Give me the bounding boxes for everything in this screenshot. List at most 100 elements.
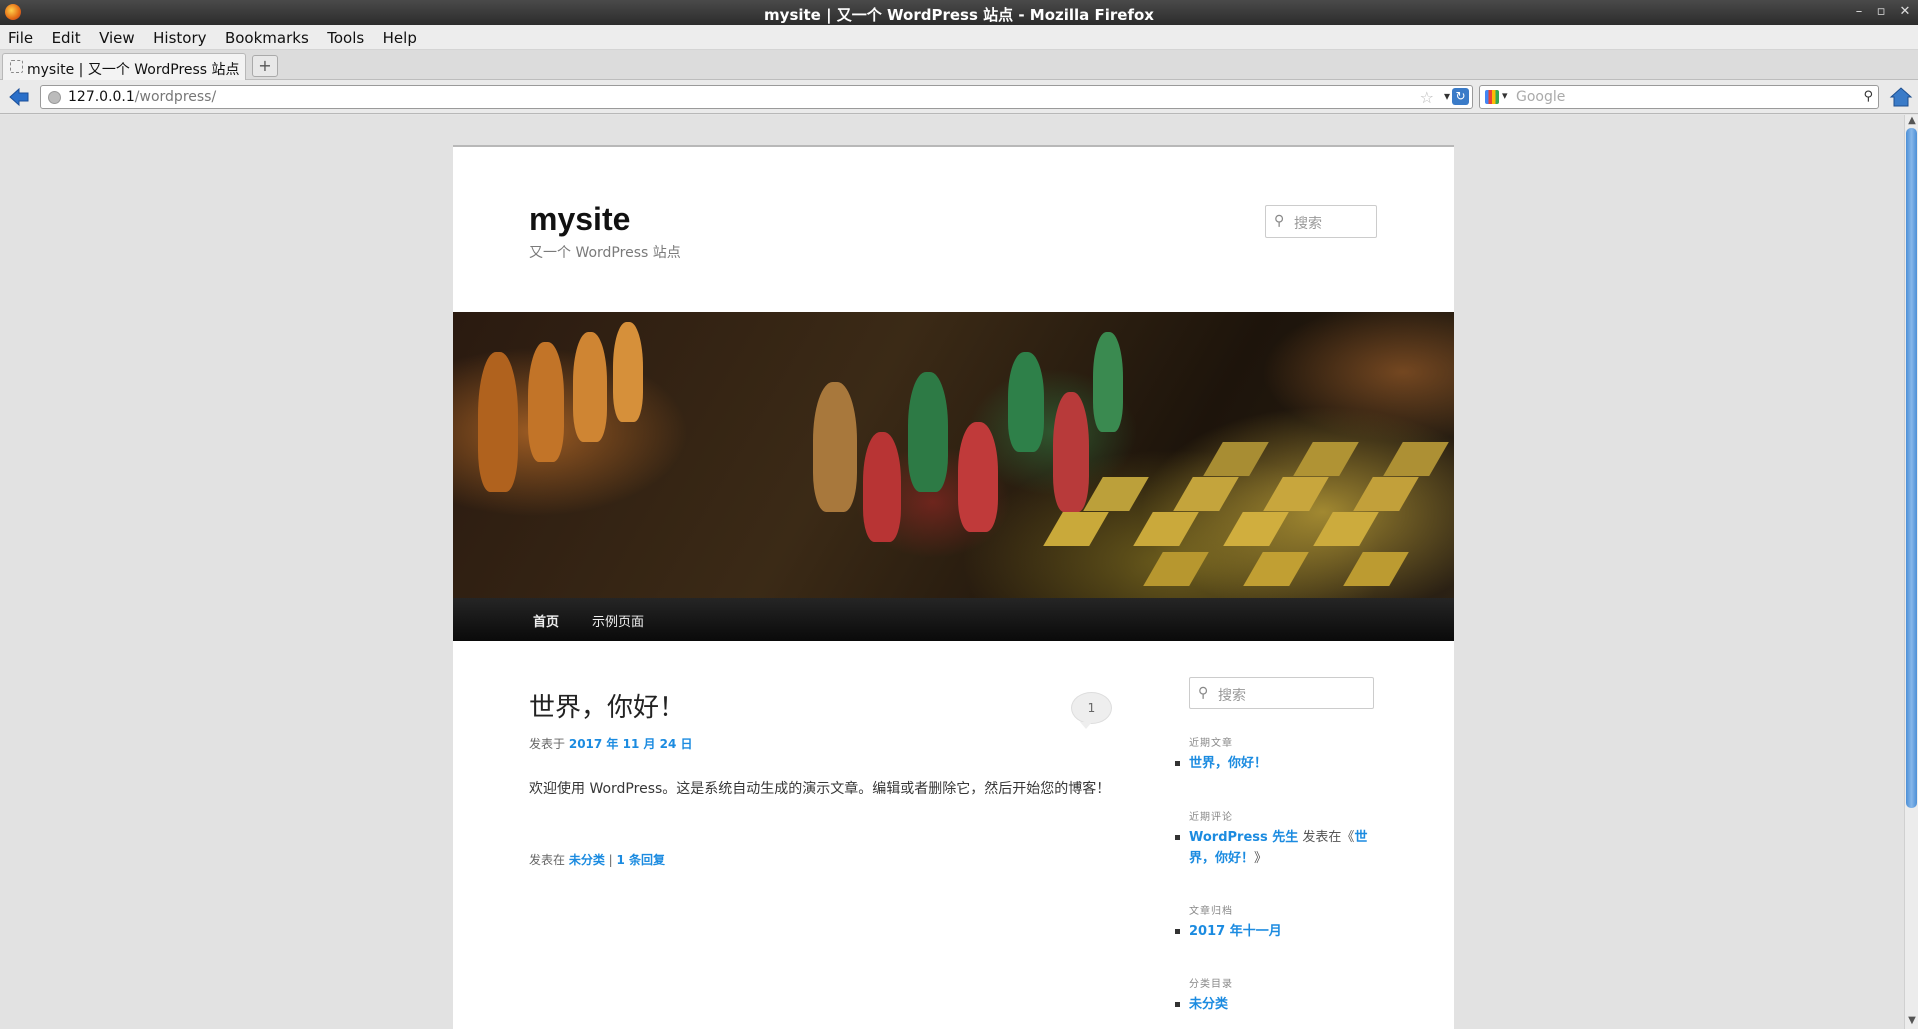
post-replies-link[interactable]: 1 条回复 <box>617 853 666 867</box>
menu-view[interactable]: View <box>91 25 141 47</box>
list-item: 未分类 <box>1175 994 1379 1015</box>
archives-list: 2017 年十一月 <box>1175 921 1379 942</box>
menu-tools[interactable]: Tools <box>319 25 370 47</box>
search-bar[interactable]: ▾ Google ⚲ <box>1479 85 1879 109</box>
list-item: WordPress 先生 发表在《世界，你好！》 <box>1175 827 1379 869</box>
tab-bar: mysite | 又一个 WordPress 站点 + <box>0 50 1918 80</box>
navigation-toolbar: 127.0.0.1/wordpress/ ☆ ▾ ↻ ▾ Google ⚲ <box>0 80 1918 114</box>
board-tile <box>1223 512 1289 546</box>
board-tile <box>1313 512 1379 546</box>
chess-piece <box>908 372 948 492</box>
sidebar-search-placeholder: 搜索 <box>1218 688 1246 704</box>
main-navigation: 首页 示例页面 <box>453 598 1454 641</box>
comment-author-link[interactable]: WordPress 先生 <box>1189 830 1298 845</box>
comment-end-text: 》 <box>1254 851 1268 866</box>
archive-link[interactable]: 2017 年十一月 <box>1189 924 1282 939</box>
back-arrow-icon[interactable] <box>8 86 30 108</box>
chess-piece <box>573 332 607 442</box>
board-tile <box>1353 477 1419 511</box>
list-bullet <box>1175 929 1180 934</box>
list-item: 世界，你好！ <box>1175 753 1379 774</box>
scroll-up-icon[interactable]: ▲ <box>1906 115 1918 127</box>
menu-edit[interactable]: Edit <box>44 25 87 47</box>
url-history-dropdown-icon[interactable]: ▾ <box>1444 89 1450 103</box>
recent-posts-list: 世界，你好！ <box>1175 753 1379 774</box>
comment-count-bubble[interactable]: 1 <box>1071 692 1112 729</box>
post-meta-prefix: 发表于 <box>529 737 566 751</box>
url-path: /wordpress/ <box>134 89 217 105</box>
board-tile <box>1083 477 1149 511</box>
minimize-button[interactable]: – <box>1850 3 1868 21</box>
maximize-button[interactable]: ▫ <box>1872 3 1890 21</box>
scroll-down-icon[interactable]: ▼ <box>1906 1015 1918 1027</box>
header-search-input[interactable]: ⚲ 搜索 <box>1265 205 1377 238</box>
post-content: 欢迎使用 WordPress。这是系统自动生成的演示文章。编辑或者删除它，然后开… <box>529 781 1111 797</box>
category-link[interactable]: 未分类 <box>1189 997 1228 1012</box>
board-tile <box>1293 442 1359 476</box>
chess-piece <box>613 322 643 422</box>
board-tile <box>1343 552 1409 586</box>
categories-title: 分类目录 <box>1189 979 1233 990</box>
board-tile <box>1173 477 1239 511</box>
sidebar-search-input[interactable]: ⚲ 搜索 <box>1189 677 1374 709</box>
comment-mid-text: 发表在《 <box>1298 830 1355 845</box>
url-bar[interactable]: 127.0.0.1/wordpress/ ☆ ▾ ↻ <box>40 85 1473 109</box>
scrollbar-thumb[interactable] <box>1906 128 1917 808</box>
binoculars-icon[interactable]: ⚲ <box>1863 89 1873 104</box>
page-favicon-icon <box>10 60 23 73</box>
menu-bar: File Edit View History Bookmarks Tools H… <box>0 25 1918 50</box>
recent-post-link[interactable]: 世界，你好！ <box>1189 756 1267 771</box>
menu-history[interactable]: History <box>145 25 212 47</box>
new-tab-button[interactable]: + <box>252 55 278 77</box>
recent-comments-title: 近期评论 <box>1189 812 1233 823</box>
url-text[interactable]: 127.0.0.1/wordpress/ <box>68 89 216 105</box>
chess-piece <box>478 352 518 492</box>
magnifier-icon: ⚲ <box>1198 685 1209 701</box>
recent-posts-title: 近期文章 <box>1189 738 1233 749</box>
chess-piece <box>1093 332 1123 432</box>
board-tile <box>1043 512 1109 546</box>
nav-sample-page[interactable]: 示例页面 <box>592 611 644 630</box>
window-titlebar: mysite | 又一个 WordPress 站点 - Mozilla Fire… <box>0 0 1918 25</box>
chess-piece <box>813 382 857 512</box>
nav-home[interactable]: 首页 <box>533 611 559 630</box>
home-icon[interactable] <box>1889 85 1913 109</box>
close-button[interactable]: ✕ <box>1896 3 1914 21</box>
site-description: 又一个 WordPress 站点 <box>529 245 681 261</box>
board-tile <box>1243 552 1309 586</box>
tab-label: mysite | 又一个 WordPress 站点 <box>27 62 240 78</box>
post-footer-separator: | <box>604 853 617 867</box>
window-title: mysite | 又一个 WordPress 站点 - Mozilla Fire… <box>764 6 1154 24</box>
menu-file[interactable]: File <box>0 25 39 47</box>
post-footer: 发表在 未分类 | 1 条回复 <box>529 851 665 868</box>
search-input[interactable]: Google <box>1516 89 1565 105</box>
post-category-link[interactable]: 未分类 <box>569 853 605 867</box>
post-title[interactable]: 世界，你好！ <box>529 687 685 724</box>
site-title[interactable]: mysite <box>529 201 630 238</box>
google-icon[interactable] <box>1485 90 1499 104</box>
wordpress-page: mysite 又一个 WordPress 站点 ⚲ 搜索 首页 示例页面 世界，… <box>453 145 1454 1029</box>
categories-list: 未分类 <box>1175 994 1379 1015</box>
post-meta: 发表于 2017 年 11 月 24 日 <box>529 735 693 752</box>
vertical-scrollbar[interactable]: ▲ ▼ <box>1904 115 1918 1029</box>
menu-help[interactable]: Help <box>375 25 423 47</box>
header-search-placeholder: 搜索 <box>1294 216 1322 232</box>
chess-piece <box>1008 352 1044 452</box>
bookmark-star-icon[interactable]: ☆ <box>1420 88 1434 107</box>
chess-piece <box>1053 392 1089 512</box>
chess-piece <box>958 422 998 532</box>
engine-dropdown-icon[interactable]: ▾ <box>1502 89 1508 102</box>
board-tile <box>1383 442 1449 476</box>
tab-mysite[interactable]: mysite | 又一个 WordPress 站点 <box>2 53 246 80</box>
board-tile <box>1203 442 1269 476</box>
recent-comments-list: WordPress 先生 发表在《世界，你好！》 <box>1175 827 1379 869</box>
chess-piece <box>528 342 564 462</box>
header-banner-image <box>453 312 1454 598</box>
magnifier-icon: ⚲ <box>1274 213 1285 229</box>
reload-icon[interactable]: ↻ <box>1452 88 1469 105</box>
chess-piece <box>863 432 901 542</box>
menu-bookmarks[interactable]: Bookmarks <box>217 25 315 47</box>
post-date-link[interactable]: 2017 年 11 月 24 日 <box>569 737 693 751</box>
globe-icon <box>48 91 61 104</box>
board-tile <box>1133 512 1199 546</box>
